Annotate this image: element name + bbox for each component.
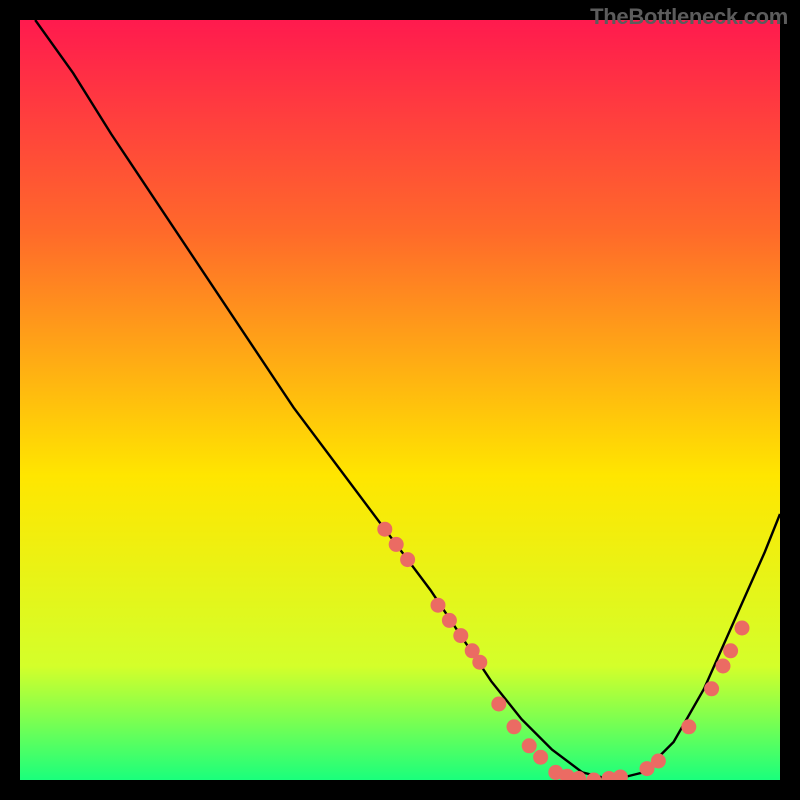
chart-container: TheBottleneck.com xyxy=(0,0,800,800)
data-marker xyxy=(723,643,738,658)
data-marker xyxy=(442,613,457,628)
data-marker xyxy=(735,621,750,636)
data-marker xyxy=(400,552,415,567)
data-marker xyxy=(431,598,446,613)
data-marker xyxy=(491,697,506,712)
plot-area xyxy=(20,20,780,780)
data-marker xyxy=(533,750,548,765)
data-marker xyxy=(681,719,696,734)
watermark-text: TheBottleneck.com xyxy=(590,4,788,30)
data-marker xyxy=(522,738,537,753)
data-marker xyxy=(704,681,719,696)
data-marker xyxy=(507,719,522,734)
chart-svg xyxy=(20,20,780,780)
data-marker xyxy=(377,522,392,537)
data-marker xyxy=(389,537,404,552)
data-marker xyxy=(716,659,731,674)
data-marker xyxy=(651,754,666,769)
gradient-background xyxy=(20,20,780,780)
data-marker xyxy=(472,655,487,670)
data-marker xyxy=(453,628,468,643)
